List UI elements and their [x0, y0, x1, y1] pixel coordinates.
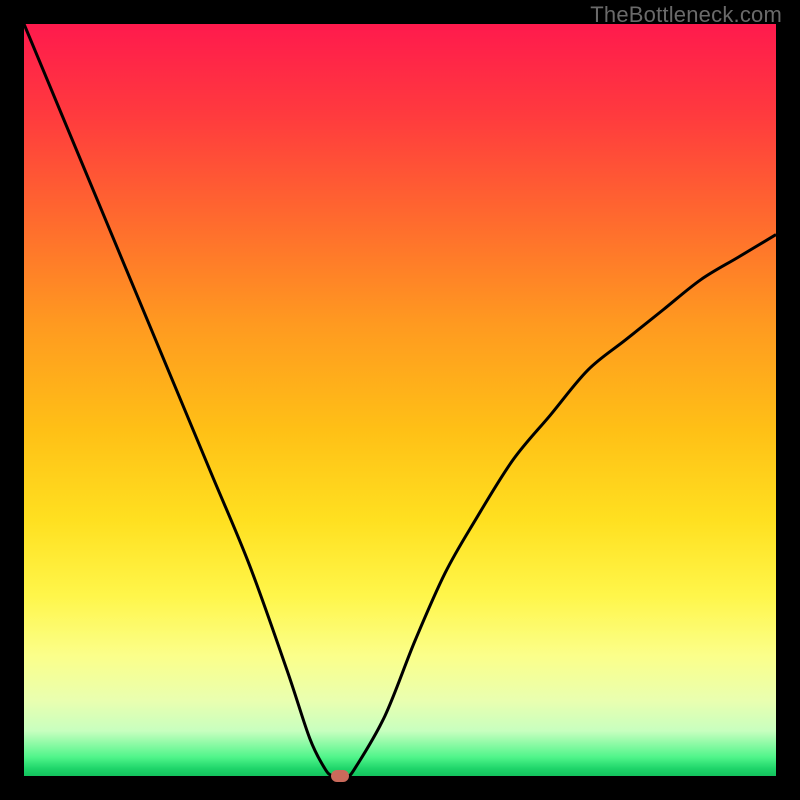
plot-area [24, 24, 776, 776]
minimum-marker [331, 770, 349, 782]
bottleneck-curve [24, 24, 776, 776]
chart-frame: TheBottleneck.com [0, 0, 800, 800]
watermark-text: TheBottleneck.com [590, 2, 782, 28]
